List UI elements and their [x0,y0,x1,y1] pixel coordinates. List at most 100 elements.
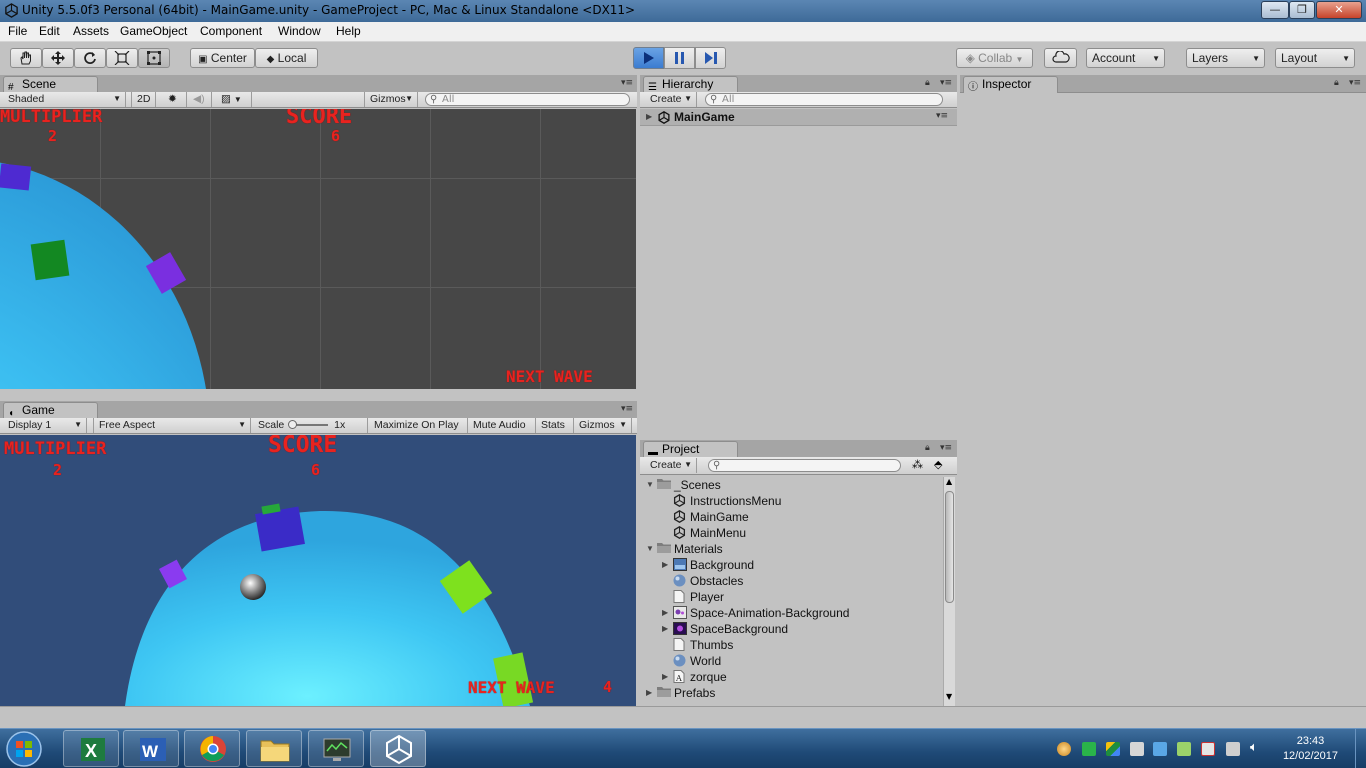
scale-thumb[interactable] [288,420,298,430]
tray-drive-icon[interactable] [1106,742,1120,756]
scroll-down-icon[interactable]: ▼ [946,692,952,701]
project-item-obstacles[interactable]: Obstacles [640,573,943,589]
tab-scene[interactable]: # Scene [3,76,98,93]
show-desktop-button[interactable] [1355,729,1366,768]
chrome-app[interactable] [184,730,240,767]
menu-help[interactable]: Help [333,24,364,38]
tray-app-icon[interactable] [1082,742,1096,756]
word-app[interactable]: W [123,730,179,767]
pause-button[interactable] [664,47,695,69]
tray-network-icon[interactable] [1226,742,1240,756]
lock-icon[interactable]: 🔒︎ [925,78,930,88]
panel-menu-icon[interactable]: ▾≡ [621,404,633,414]
scene-viewport[interactable]: MULTIPLIER 2 SCORE 6 NEXT WAVE [0,109,636,389]
menu-component[interactable]: Component [197,24,265,38]
scene-effects-dropdown[interactable]: ▨ ▼ [216,92,252,107]
layout-dropdown[interactable]: Layout ▼ [1275,48,1355,68]
minimize-button[interactable]: — [1261,1,1289,19]
scene-gizmos-dropdown[interactable]: Gizmos ▼ [364,92,418,107]
system-clock[interactable]: 23:43 12/02/2017 [1283,734,1338,764]
expand-arrow-icon[interactable]: ▶ [646,688,652,697]
hierarchy-create-dropdown[interactable]: Create ▼ [645,92,697,107]
project-item-materials[interactable]: ▼ Materials [640,541,943,557]
explorer-app[interactable] [246,730,302,767]
project-create-dropdown[interactable]: Create ▼ [645,458,697,473]
tab-inspector[interactable]: ⓘ Inspector [963,76,1058,93]
display-dropdown[interactable]: Display 1 ▼ [3,418,87,433]
collab-dropdown[interactable]: ◈ Collab ▼ [956,48,1033,68]
game-gizmos-dropdown[interactable]: Gizmos ▼ [574,418,632,433]
scale-slider[interactable]: Scale 1x [253,418,368,433]
move-tool-button[interactable] [42,48,74,68]
account-dropdown[interactable]: Account ▼ [1086,48,1165,68]
scene-audio-toggle[interactable]: ◀) [188,92,212,107]
project-item-background[interactable]: ▶ Background [640,557,943,573]
project-item-maingame[interactable]: MainGame [640,509,943,525]
expand-arrow-icon[interactable]: ▶ [662,560,668,569]
project-item-prefabs[interactable]: ▶ Prefabs [640,685,943,701]
tab-hierarchy[interactable]: ☰ Hierarchy [643,76,738,93]
tab-game[interactable]: ◖ Game [3,402,98,419]
panel-menu-icon[interactable]: ▾≡ [1349,78,1361,88]
aspect-dropdown[interactable]: Free Aspect ▼ [93,418,251,433]
play-button[interactable] [633,47,664,69]
menu-file[interactable]: File [5,24,30,38]
expand-arrow-icon[interactable]: ▶ [662,608,668,617]
lock-icon[interactable]: 🔒︎ [1334,78,1339,88]
panel-menu-icon[interactable]: ▾≡ [940,78,952,88]
menu-window[interactable]: Window [275,24,324,38]
filter-by-label-icon[interactable]: ⬘ [934,458,942,471]
project-search-input[interactable] [708,459,901,472]
monitor-app[interactable] [308,730,364,767]
game-viewport[interactable]: MULTIPLIER 2 SCORE 6 NEXT WAVE 4 [0,435,636,706]
project-item-spacebackground[interactable]: ▶ SpaceBackground [640,621,943,637]
maximize-on-play-toggle[interactable]: Maximize On Play [369,418,468,433]
hierarchy-scene-row[interactable]: ▶ MainGame ▾≡ [640,109,957,126]
project-item-instructionsmenu[interactable]: InstructionsMenu [640,493,943,509]
hand-tool-button[interactable] [10,48,42,68]
project-item-zorque[interactable]: ▶ Azorque [640,669,943,685]
menu-edit[interactable]: Edit [36,24,63,38]
scene-options-icon[interactable]: ▾≡ [936,111,948,121]
expand-arrow-icon[interactable]: ▶ [646,112,652,121]
collapse-arrow-icon[interactable]: ▼ [646,544,654,553]
mute-audio-toggle[interactable]: Mute Audio [468,418,536,433]
excel-app[interactable]: X [63,730,119,767]
project-item-space-animation-background[interactable]: ▶ Space-Animation-Background [640,605,943,621]
tray-display-icon[interactable] [1153,742,1167,756]
tray-action-center-icon[interactable] [1201,742,1215,756]
panel-menu-icon[interactable]: ▾≡ [621,78,633,88]
rotate-tool-button[interactable] [74,48,106,68]
project-item-mainmenu[interactable]: MainMenu [640,525,943,541]
panel-menu-icon[interactable]: ▾≡ [940,443,952,453]
scrollbar-thumb[interactable] [945,491,954,603]
tray-volume-icon[interactable]: 🔈︎ [1250,740,1258,755]
maximize-button[interactable]: ❐ [1289,1,1315,19]
2d-toggle[interactable]: 2D [131,92,156,107]
layers-dropdown[interactable]: Layers ▼ [1186,48,1265,68]
project-scrollbar[interactable]: ▲ ▼ [943,477,955,706]
unity-app[interactable] [370,730,426,767]
shading-mode-dropdown[interactable]: Shaded ▼ [3,92,126,107]
filter-by-type-icon[interactable]: ⁂ [912,458,923,471]
tray-update-icon[interactable] [1177,742,1191,756]
windows-start-button[interactable] [4,729,44,768]
expand-arrow-icon[interactable]: ▶ [662,672,668,681]
scene-lighting-toggle[interactable]: ✹ [163,92,187,107]
step-button[interactable] [695,47,726,69]
menu-assets[interactable]: Assets [70,24,112,38]
stats-toggle[interactable]: Stats [536,418,574,433]
project-item-thumbs[interactable]: Thumbs [640,637,943,653]
menu-gameobject[interactable]: GameObject [117,24,190,38]
project-item-world[interactable]: World [640,653,943,669]
tab-project[interactable]: ▬ Project [643,441,738,458]
cloud-services-button[interactable] [1044,48,1077,68]
space-local-toggle[interactable]: ◆ Local [255,48,318,68]
lock-icon[interactable]: 🔒︎ [925,443,930,453]
scroll-up-icon[interactable]: ▲ [946,477,952,486]
expand-arrow-icon[interactable]: ▶ [662,624,668,633]
project-item-scenes[interactable]: ▼ _Scenes [640,477,943,493]
pivot-center-toggle[interactable]: ▣ Center [190,48,255,68]
close-button[interactable]: ✕ [1316,1,1362,19]
hierarchy-search-input[interactable]: All [705,93,943,106]
